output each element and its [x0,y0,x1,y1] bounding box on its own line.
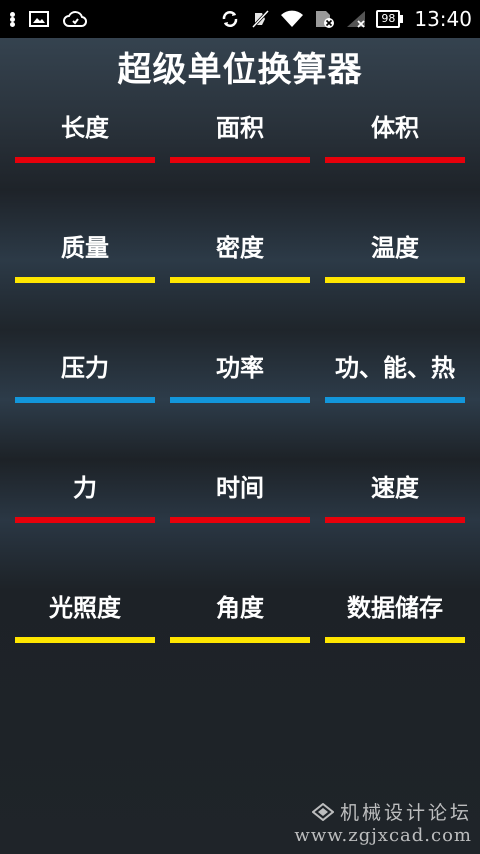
converter-underline [15,397,155,403]
converter-label: 面积 [216,114,264,142]
image-notification-icon [29,11,49,27]
converter-label: 力 [73,474,97,502]
converter-label: 光照度 [49,594,121,622]
converter-label: 速度 [371,474,419,502]
converter-label: 压力 [61,354,109,382]
converter-button[interactable]: 密度 [170,220,310,340]
converter-button[interactable]: 温度 [325,220,465,340]
converter-label: 质量 [61,234,109,262]
converter-label: 体积 [371,114,419,142]
status-bar-right: 98 13:40 [220,6,472,32]
converter-button[interactable]: 质量 [15,220,155,340]
watermark-title: 机械设计论坛 [339,802,472,824]
silent-icon [252,9,270,29]
battery-icon: 98 [376,10,404,28]
converter-button[interactable]: 光照度 [15,580,155,700]
signal-icon [347,11,366,28]
converter-underline [170,517,310,523]
app-title: 超级单位换算器 [117,50,363,90]
converter-button[interactable]: 功率 [170,340,310,460]
status-bar-left [10,8,87,30]
converter-button[interactable]: 面积 [170,100,310,220]
status-time: 13:40 [414,7,472,31]
converter-underline [325,277,465,283]
converter-underline [325,397,465,403]
sync-icon [223,11,238,27]
converter-underline [325,637,465,643]
converter-button[interactable]: 长度 [15,100,155,220]
converter-underline [170,157,310,163]
converter-underline [170,637,310,643]
forum-logo-icon [311,802,334,821]
converter-button[interactable]: 功、能、热 [325,340,465,460]
more-dots-icon [10,11,15,27]
converter-underline [170,397,310,403]
converter-button[interactable]: 压力 [15,340,155,460]
converter-label: 密度 [216,234,264,262]
converter-label: 长度 [61,114,109,142]
converter-button[interactable]: 数据储存 [325,580,465,700]
converter-label: 角度 [216,594,264,622]
converter-label: 温度 [371,234,419,262]
converter-underline [15,157,155,163]
converter-button[interactable]: 体积 [325,100,465,220]
converter-underline [15,517,155,523]
converter-grid: 长度 面积 体积质量 密度 温度压力 功率 功、能、热力 时间 速度光照度 角度 数据储存 [15,100,465,700]
sim-icon [316,11,335,28]
converter-button[interactable]: 力 [15,460,155,580]
converter-label: 功率 [216,354,264,382]
converter-button[interactable]: 时间 [170,460,310,580]
watermark-url: www.zgjxcad.com [294,825,472,846]
converter-underline [325,157,465,163]
converter-label: 功、能、热 [335,354,455,382]
converter-underline [15,637,155,643]
converter-underline [170,277,310,283]
cloud-icon [63,11,87,27]
converter-underline [325,517,465,523]
watermark: 机械设计论坛 www.zgjxcad.com [294,798,472,846]
battery-level: 98 [381,12,396,25]
converter-label: 时间 [216,474,264,502]
converter-button[interactable]: 角度 [170,580,310,700]
wifi-icon [281,10,304,27]
status-bar: 98 13:40 [0,0,480,38]
converter-button[interactable]: 速度 [325,460,465,580]
converter-underline [15,277,155,283]
converter-label: 数据储存 [347,594,443,622]
